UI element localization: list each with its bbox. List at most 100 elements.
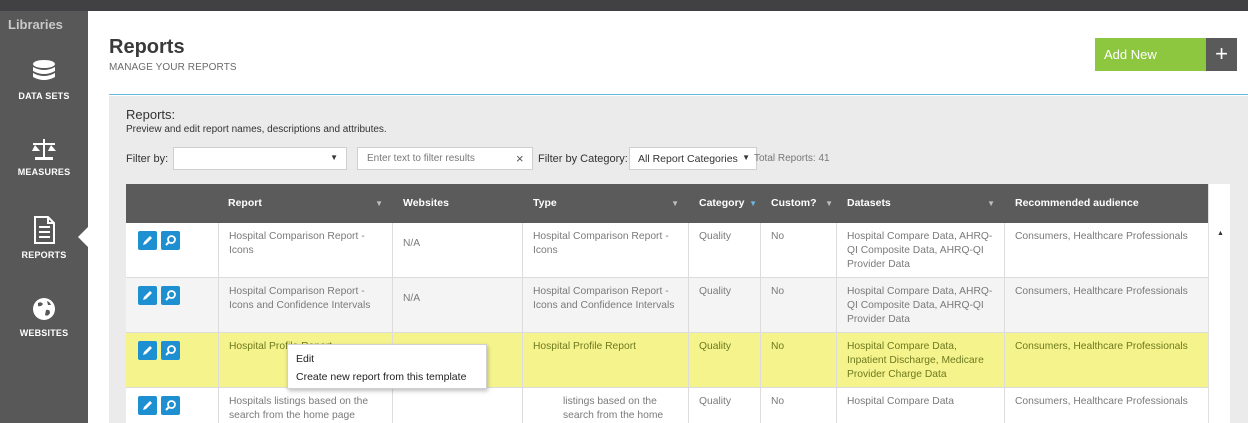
category-filter-label: Filter by Category: [538,153,628,165]
magnifier-icon [165,400,176,411]
preview-button[interactable] [161,396,180,415]
column-header-category[interactable]: Category ▼ [689,184,761,223]
active-indicator [78,227,88,247]
cell-category: Quality [689,333,761,387]
cell-audience: Consumers, Healthcare Professionals [1015,231,1188,242]
table-row[interactable]: Hospital Comparison Report - Icons N/A H… [126,223,1208,278]
sidebar-item-measures[interactable]: MEASURES [0,137,88,177]
sidebar-item-label: REPORTS [21,250,67,260]
scale-icon [32,139,56,160]
add-new-report-label[interactable]: Add New Report [1095,38,1206,95]
magnifier-icon [165,235,176,246]
row-actions [126,223,218,277]
filter-by-label: Filter by: [126,153,169,165]
cell-report: Hospitals listings based on the search f… [218,388,393,423]
pencil-icon [143,236,152,245]
cell-custom: No [761,223,837,277]
sort-icon[interactable]: ▼ [671,184,679,223]
sidebar-item-label: WEBSITES [19,328,69,338]
preview-button[interactable] [161,341,180,360]
edit-button[interactable] [138,286,157,305]
sort-icon[interactable]: ▼ [749,184,757,223]
column-header-label: Datasets [847,197,891,209]
table-row[interactable]: Hospitals listings based on the search f… [126,388,1208,423]
category-value: All Report Categories [638,153,738,165]
cell-custom: No [761,333,837,387]
main-content: Reports MANAGE YOUR REPORTS Add New Repo… [88,11,1248,423]
cell-category: Quality [689,223,761,277]
row-actions [126,278,218,332]
sort-icon[interactable]: ▼ [987,184,995,223]
cell-report: Hospital Comparison Report - Icons [218,223,393,277]
sidebar-item-websites[interactable]: WEBSITES [0,296,88,338]
category-select[interactable]: All Report Categories ▼ [629,147,757,170]
sidebar-item-data-sets[interactable]: DATA SETS [0,59,88,101]
cell-datasets: Hospital Compare Data, AHRQ-QI Composite… [837,278,1005,332]
scroll-up-icon[interactable]: ▲ [1217,230,1224,237]
table-scrollbar[interactable]: ▲ [1208,184,1230,423]
cell-audience: Consumers, Healthcare Professionals [1015,286,1188,297]
sort-icon[interactable]: ▼ [825,184,833,223]
row-actions [126,388,218,423]
column-header-label: Report [228,197,262,209]
magnifier-icon [165,345,176,356]
database-icon [33,60,55,80]
column-header-websites[interactable]: Websites [393,184,523,223]
sort-icon[interactable]: ▼ [375,184,383,223]
table-header: Report ▼ Websites Type ▼ Category ▼ Custom?… [126,184,1208,223]
sidebar: Libraries DATA SETS MEASURES REPORTS WEB… [0,11,88,423]
cell-type: Hospital Profile Report [523,333,689,387]
cell-datasets: Hospital Compare Data, Inpatient Dischar… [837,333,1005,387]
panel-title: Reports: [126,107,176,122]
table-row[interactable]: Hospital Comparison Report - Icons and C… [126,278,1208,333]
cell-datasets: Hospital Compare Data [837,388,1005,423]
reports-panel: Reports: Preview and edit report names, … [109,96,1248,423]
add-new-report-button[interactable]: Add New Report + [1095,38,1237,95]
edit-button[interactable] [138,231,157,250]
total-reports: Total Reports: 41 [754,153,830,164]
magnifier-icon [165,290,176,301]
sidebar-item-reports[interactable]: REPORTS [0,216,88,260]
header-divider [109,94,1248,95]
edit-button[interactable] [138,341,157,360]
column-header-custom[interactable]: Custom? ▼ [761,184,837,223]
cell-type: listings based on the search from the ho… [523,388,689,423]
panel-description: Preview and edit report names, descripti… [126,124,387,135]
column-header-audience[interactable]: Recommended audience [1005,184,1208,223]
cell-category: Quality [689,278,761,332]
sidebar-item-label: MEASURES [17,167,71,177]
column-header-label: Type [533,197,557,209]
row-actions [126,333,218,387]
sidebar-item-label: DATA SETS [18,91,70,101]
clear-search-icon[interactable]: × [516,151,524,166]
top-bar [0,0,1248,11]
page-subtitle: MANAGE YOUR REPORTS [109,62,237,73]
column-header-datasets[interactable]: Datasets ▼ [837,184,1005,223]
column-header-actions [126,184,218,223]
pencil-icon [143,401,152,410]
edit-button[interactable] [138,396,157,415]
cell-audience: Consumers, Healthcare Professionals [1015,341,1188,352]
context-menu: Edit Create new report from this templat… [287,344,487,389]
pencil-icon [143,291,152,300]
filter-by-select[interactable]: ▼ [173,147,347,170]
column-header-report[interactable]: Report ▼ [218,184,393,223]
column-header-type[interactable]: Type ▼ [523,184,689,223]
dropdown-arrow-icon: ▼ [742,153,750,162]
preview-button[interactable] [161,231,180,250]
column-header-label: Custom? [771,197,817,209]
column-header-label: Category [699,197,745,209]
globe-icon [33,298,55,320]
cell-custom: No [761,388,837,423]
context-menu-edit[interactable]: Edit [296,353,314,365]
preview-button[interactable] [161,286,180,305]
page-title: Reports [109,36,185,58]
cell-type: Hospital Comparison Report - Icons [523,223,689,277]
cell-report: Hospital Comparison Report - Icons and C… [218,278,393,332]
dropdown-arrow-icon: ▼ [330,153,338,162]
context-menu-create-from-template[interactable]: Create new report from this template [296,371,466,383]
search-input[interactable]: Enter text to filter results × [357,147,533,170]
plus-icon[interactable]: + [1206,38,1237,71]
document-icon [34,216,55,244]
cell-audience: Consumers, Healthcare Professionals [1015,396,1188,407]
